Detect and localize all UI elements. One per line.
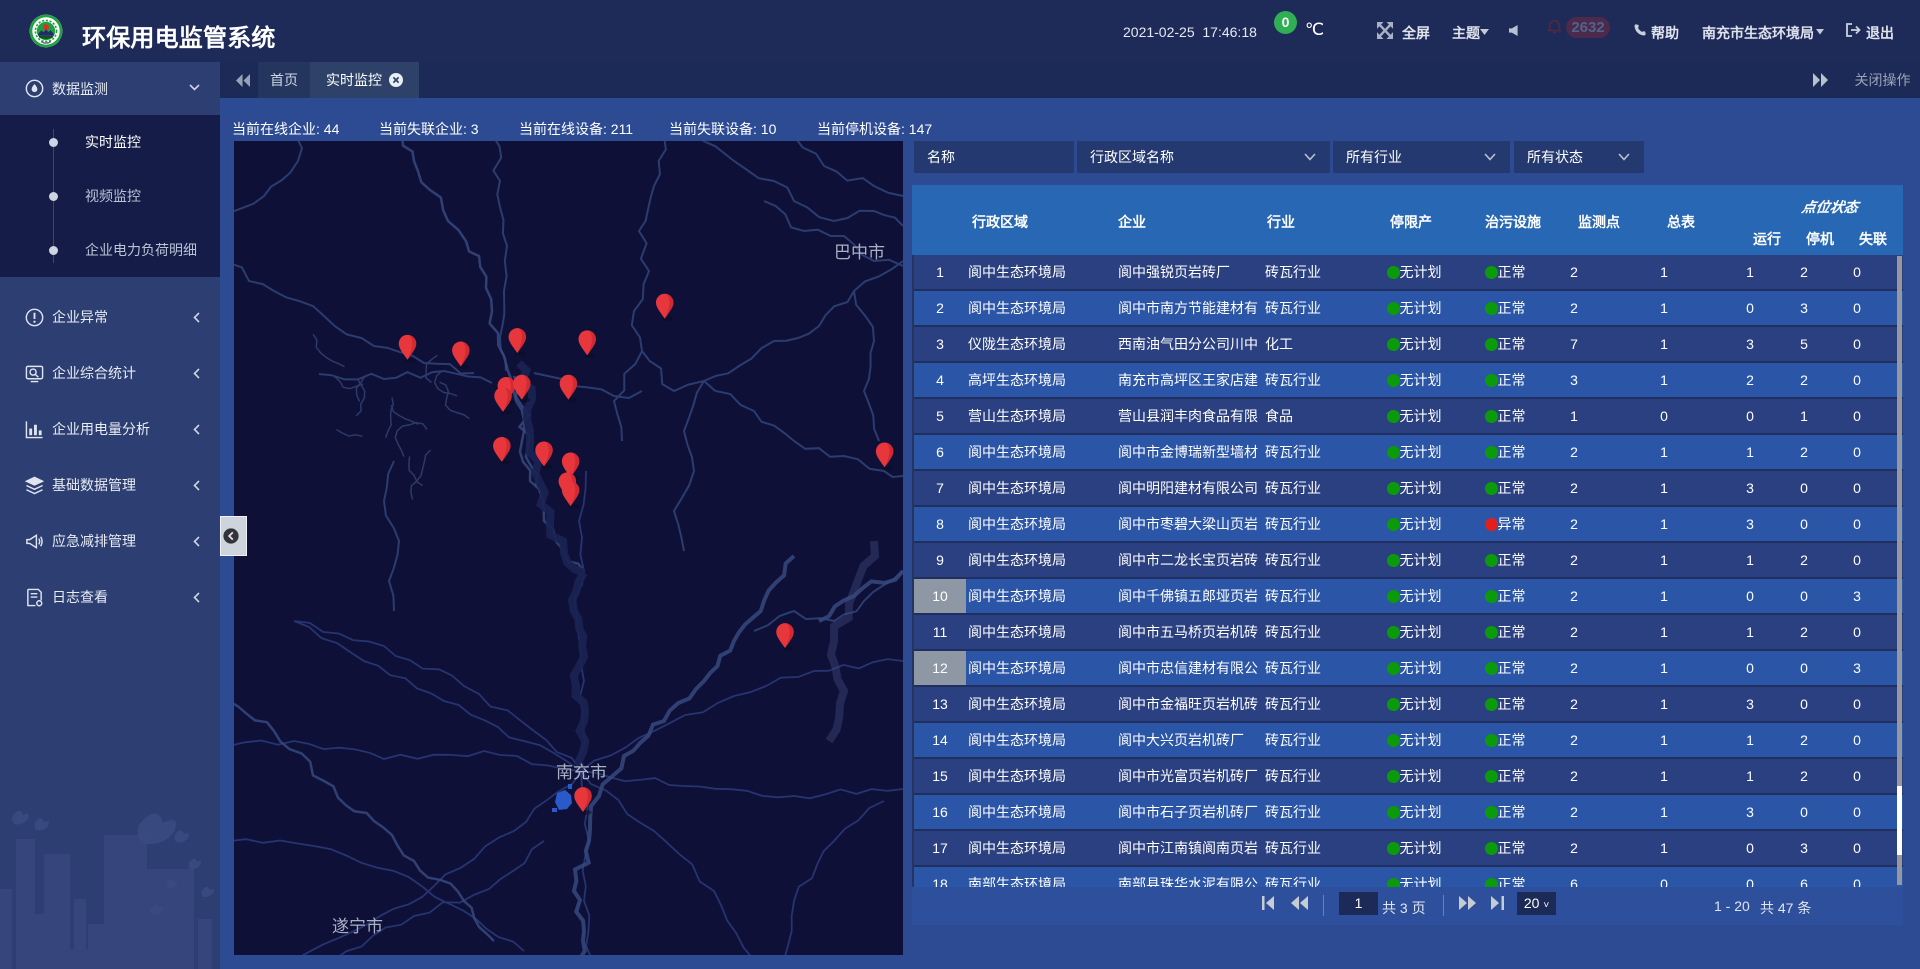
svg-text:巴中市: 巴中市 bbox=[834, 243, 885, 262]
svg-text:南充市: 南充市 bbox=[556, 763, 607, 782]
svg-text:遂宁市: 遂宁市 bbox=[332, 917, 383, 936]
